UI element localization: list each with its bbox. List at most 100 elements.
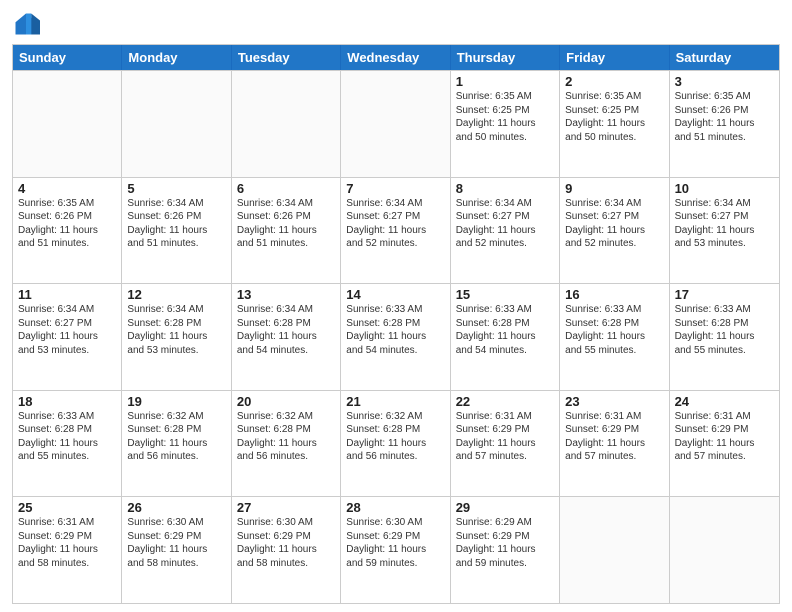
calendar-header-cell: Wednesday xyxy=(341,45,450,70)
day-info: Sunrise: 6:34 AM Sunset: 6:27 PM Dayligh… xyxy=(18,303,116,357)
day-info: Sunrise: 6:35 AM Sunset: 6:26 PM Dayligh… xyxy=(675,90,774,144)
calendar-cell: 22Sunrise: 6:31 AM Sunset: 6:29 PM Dayli… xyxy=(451,391,560,497)
calendar-header-cell: Monday xyxy=(122,45,231,70)
day-number: 7 xyxy=(346,181,444,196)
day-info: Sunrise: 6:32 AM Sunset: 6:28 PM Dayligh… xyxy=(237,410,335,464)
calendar-cell: 4Sunrise: 6:35 AM Sunset: 6:26 PM Daylig… xyxy=(13,178,122,284)
calendar-cell: 14Sunrise: 6:33 AM Sunset: 6:28 PM Dayli… xyxy=(341,284,450,390)
day-info: Sunrise: 6:33 AM Sunset: 6:28 PM Dayligh… xyxy=(18,410,116,464)
calendar-cell: 23Sunrise: 6:31 AM Sunset: 6:29 PM Dayli… xyxy=(560,391,669,497)
calendar-header-row: SundayMondayTuesdayWednesdayThursdayFrid… xyxy=(13,45,779,70)
day-number: 14 xyxy=(346,287,444,302)
calendar-cell: 8Sunrise: 6:34 AM Sunset: 6:27 PM Daylig… xyxy=(451,178,560,284)
day-number: 22 xyxy=(456,394,554,409)
day-number: 13 xyxy=(237,287,335,302)
day-number: 19 xyxy=(127,394,225,409)
calendar-cell xyxy=(670,497,779,603)
day-info: Sunrise: 6:35 AM Sunset: 6:25 PM Dayligh… xyxy=(565,90,663,144)
day-number: 10 xyxy=(675,181,774,196)
day-number: 2 xyxy=(565,74,663,89)
calendar-cell xyxy=(560,497,669,603)
day-number: 21 xyxy=(346,394,444,409)
day-info: Sunrise: 6:30 AM Sunset: 6:29 PM Dayligh… xyxy=(346,516,444,570)
day-info: Sunrise: 6:31 AM Sunset: 6:29 PM Dayligh… xyxy=(565,410,663,464)
day-number: 29 xyxy=(456,500,554,515)
day-number: 1 xyxy=(456,74,554,89)
day-info: Sunrise: 6:35 AM Sunset: 6:25 PM Dayligh… xyxy=(456,90,554,144)
calendar-week: 11Sunrise: 6:34 AM Sunset: 6:27 PM Dayli… xyxy=(13,283,779,390)
day-info: Sunrise: 6:31 AM Sunset: 6:29 PM Dayligh… xyxy=(456,410,554,464)
day-number: 15 xyxy=(456,287,554,302)
day-number: 23 xyxy=(565,394,663,409)
calendar-week: 18Sunrise: 6:33 AM Sunset: 6:28 PM Dayli… xyxy=(13,390,779,497)
day-number: 9 xyxy=(565,181,663,196)
calendar-cell: 5Sunrise: 6:34 AM Sunset: 6:26 PM Daylig… xyxy=(122,178,231,284)
calendar: SundayMondayTuesdayWednesdayThursdayFrid… xyxy=(12,44,780,604)
calendar-cell: 12Sunrise: 6:34 AM Sunset: 6:28 PM Dayli… xyxy=(122,284,231,390)
calendar-cell: 2Sunrise: 6:35 AM Sunset: 6:25 PM Daylig… xyxy=(560,71,669,177)
calendar-cell: 15Sunrise: 6:33 AM Sunset: 6:28 PM Dayli… xyxy=(451,284,560,390)
day-info: Sunrise: 6:34 AM Sunset: 6:28 PM Dayligh… xyxy=(237,303,335,357)
calendar-cell: 27Sunrise: 6:30 AM Sunset: 6:29 PM Dayli… xyxy=(232,497,341,603)
calendar-week: 25Sunrise: 6:31 AM Sunset: 6:29 PM Dayli… xyxy=(13,496,779,603)
day-info: Sunrise: 6:29 AM Sunset: 6:29 PM Dayligh… xyxy=(456,516,554,570)
day-info: Sunrise: 6:34 AM Sunset: 6:27 PM Dayligh… xyxy=(456,197,554,251)
logo xyxy=(12,10,44,38)
calendar-week: 1Sunrise: 6:35 AM Sunset: 6:25 PM Daylig… xyxy=(13,70,779,177)
day-info: Sunrise: 6:30 AM Sunset: 6:29 PM Dayligh… xyxy=(237,516,335,570)
day-number: 27 xyxy=(237,500,335,515)
calendar-week: 4Sunrise: 6:35 AM Sunset: 6:26 PM Daylig… xyxy=(13,177,779,284)
day-info: Sunrise: 6:30 AM Sunset: 6:29 PM Dayligh… xyxy=(127,516,225,570)
calendar-body: 1Sunrise: 6:35 AM Sunset: 6:25 PM Daylig… xyxy=(13,70,779,603)
logo-icon xyxy=(12,10,40,38)
calendar-cell: 9Sunrise: 6:34 AM Sunset: 6:27 PM Daylig… xyxy=(560,178,669,284)
calendar-cell: 10Sunrise: 6:34 AM Sunset: 6:27 PM Dayli… xyxy=(670,178,779,284)
calendar-cell: 11Sunrise: 6:34 AM Sunset: 6:27 PM Dayli… xyxy=(13,284,122,390)
calendar-cell: 26Sunrise: 6:30 AM Sunset: 6:29 PM Dayli… xyxy=(122,497,231,603)
day-info: Sunrise: 6:34 AM Sunset: 6:27 PM Dayligh… xyxy=(565,197,663,251)
day-number: 17 xyxy=(675,287,774,302)
day-number: 3 xyxy=(675,74,774,89)
calendar-cell: 18Sunrise: 6:33 AM Sunset: 6:28 PM Dayli… xyxy=(13,391,122,497)
day-number: 5 xyxy=(127,181,225,196)
day-info: Sunrise: 6:31 AM Sunset: 6:29 PM Dayligh… xyxy=(18,516,116,570)
day-info: Sunrise: 6:34 AM Sunset: 6:27 PM Dayligh… xyxy=(675,197,774,251)
day-number: 4 xyxy=(18,181,116,196)
day-number: 8 xyxy=(456,181,554,196)
day-info: Sunrise: 6:32 AM Sunset: 6:28 PM Dayligh… xyxy=(127,410,225,464)
page: SundayMondayTuesdayWednesdayThursdayFrid… xyxy=(0,0,792,612)
calendar-cell: 29Sunrise: 6:29 AM Sunset: 6:29 PM Dayli… xyxy=(451,497,560,603)
calendar-cell xyxy=(232,71,341,177)
calendar-cell: 6Sunrise: 6:34 AM Sunset: 6:26 PM Daylig… xyxy=(232,178,341,284)
day-number: 20 xyxy=(237,394,335,409)
day-number: 26 xyxy=(127,500,225,515)
calendar-cell: 25Sunrise: 6:31 AM Sunset: 6:29 PM Dayli… xyxy=(13,497,122,603)
calendar-cell: 20Sunrise: 6:32 AM Sunset: 6:28 PM Dayli… xyxy=(232,391,341,497)
calendar-cell: 7Sunrise: 6:34 AM Sunset: 6:27 PM Daylig… xyxy=(341,178,450,284)
calendar-cell xyxy=(341,71,450,177)
calendar-cell: 24Sunrise: 6:31 AM Sunset: 6:29 PM Dayli… xyxy=(670,391,779,497)
day-info: Sunrise: 6:34 AM Sunset: 6:26 PM Dayligh… xyxy=(127,197,225,251)
day-number: 12 xyxy=(127,287,225,302)
day-info: Sunrise: 6:33 AM Sunset: 6:28 PM Dayligh… xyxy=(675,303,774,357)
day-info: Sunrise: 6:33 AM Sunset: 6:28 PM Dayligh… xyxy=(456,303,554,357)
header xyxy=(12,10,780,38)
calendar-cell: 17Sunrise: 6:33 AM Sunset: 6:28 PM Dayli… xyxy=(670,284,779,390)
calendar-cell: 1Sunrise: 6:35 AM Sunset: 6:25 PM Daylig… xyxy=(451,71,560,177)
day-info: Sunrise: 6:32 AM Sunset: 6:28 PM Dayligh… xyxy=(346,410,444,464)
day-number: 25 xyxy=(18,500,116,515)
calendar-header-cell: Saturday xyxy=(670,45,779,70)
day-number: 16 xyxy=(565,287,663,302)
day-info: Sunrise: 6:33 AM Sunset: 6:28 PM Dayligh… xyxy=(346,303,444,357)
day-info: Sunrise: 6:34 AM Sunset: 6:26 PM Dayligh… xyxy=(237,197,335,251)
calendar-header-cell: Sunday xyxy=(13,45,122,70)
day-number: 11 xyxy=(18,287,116,302)
calendar-cell xyxy=(13,71,122,177)
calendar-header-cell: Tuesday xyxy=(232,45,341,70)
day-info: Sunrise: 6:34 AM Sunset: 6:27 PM Dayligh… xyxy=(346,197,444,251)
calendar-cell: 28Sunrise: 6:30 AM Sunset: 6:29 PM Dayli… xyxy=(341,497,450,603)
day-number: 28 xyxy=(346,500,444,515)
day-info: Sunrise: 6:34 AM Sunset: 6:28 PM Dayligh… xyxy=(127,303,225,357)
day-info: Sunrise: 6:33 AM Sunset: 6:28 PM Dayligh… xyxy=(565,303,663,357)
day-number: 24 xyxy=(675,394,774,409)
